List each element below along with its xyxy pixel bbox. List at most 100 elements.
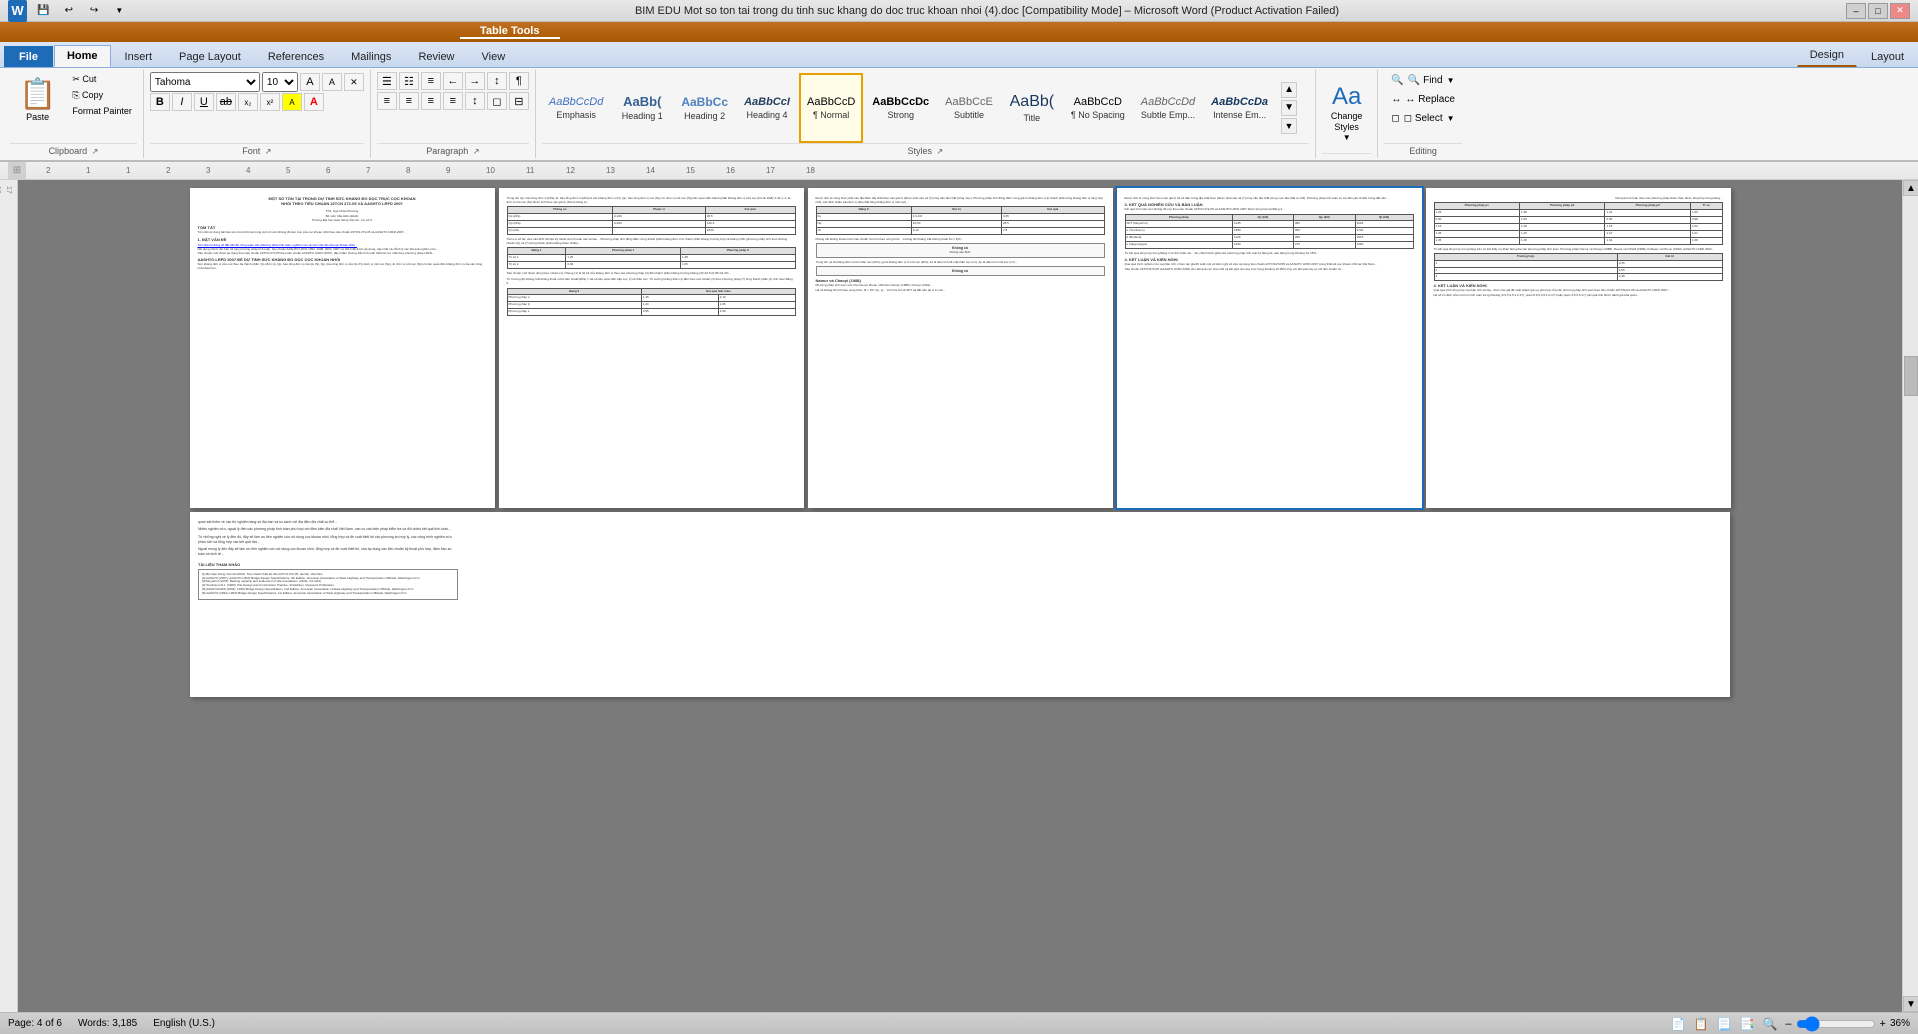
tab-page-layout[interactable]: Page Layout (166, 46, 254, 67)
quick-redo[interactable]: ↪ (85, 2, 102, 20)
view-normal-btn[interactable]: 📄 (1671, 1017, 1686, 1031)
shading-button[interactable]: ◻ (487, 92, 507, 110)
underline-button[interactable]: U (194, 93, 214, 111)
multilevel-button[interactable]: ≡ (421, 72, 441, 90)
select-button[interactable]: ◻ ◻ Select ▼ (1384, 110, 1461, 127)
document-page-bottom[interactable]: quan sát thêm về các thí nghiệm tầng số … (190, 512, 1730, 697)
bullets-button[interactable]: ☰ (377, 72, 397, 90)
zoom-in-button[interactable]: + (1880, 1018, 1886, 1030)
clipboard-launcher[interactable]: ↗ (92, 147, 99, 156)
restore-button[interactable]: □ (1868, 3, 1888, 19)
style-emphasis[interactable]: AaBbCcDd Emphasis (542, 73, 610, 143)
styles-launcher-btn[interactable]: ↗ (937, 147, 944, 156)
select-dropdown[interactable]: ▼ (1447, 114, 1455, 123)
zoom-control: – + 36% (1785, 1018, 1910, 1030)
cut-button[interactable]: ✂ Cut (67, 72, 137, 87)
copy-button[interactable]: ⎘ Copy (67, 88, 137, 103)
tab-review[interactable]: Review (405, 46, 467, 67)
left-sidebar: 123 456 789 101112 131415 161718 192021 … (0, 180, 18, 1012)
text-highlight-button[interactable]: A (282, 93, 302, 111)
strikethrough-button[interactable]: ab (216, 93, 236, 111)
line-spacing-button[interactable]: ↕ (465, 92, 485, 110)
tab-insert[interactable]: Insert (112, 46, 166, 67)
font-shrink-button[interactable]: A (322, 73, 342, 91)
style-normal[interactable]: AaBbCcD ¶ Normal (799, 73, 863, 143)
align-left-button[interactable]: ≡ (377, 92, 397, 110)
view-outline-btn[interactable]: 📑 (1740, 1017, 1755, 1031)
borders-button[interactable]: ⊟ (509, 92, 529, 110)
zoom-out-button[interactable]: – (1785, 1018, 1791, 1030)
close-button[interactable]: ✕ (1890, 3, 1910, 19)
font-grow-button[interactable]: A (300, 73, 320, 91)
style-no-spacing[interactable]: AaBbCcD ¶ No Spacing (1064, 73, 1132, 143)
table-tools-tab[interactable]: Table Tools (460, 25, 560, 39)
find-dropdown[interactable]: ▼ (1447, 76, 1455, 85)
replace-button[interactable]: ↔ ↔ Replace (1384, 91, 1461, 108)
view-fullscreen-btn[interactable]: 📋 (1694, 1017, 1709, 1031)
styles-dropdown[interactable]: ▼ (1281, 118, 1297, 134)
document-page-3[interactable]: Được tính từ công thức phải vào địa điểm… (808, 188, 1113, 508)
document-page-4[interactable]: Được tính từ công thức theo các giá trị … (1117, 188, 1422, 508)
tab-home[interactable]: Home (54, 45, 111, 67)
view-draft-btn[interactable]: 🔍 (1762, 1017, 1777, 1031)
justify-button[interactable]: ≡ (443, 92, 463, 110)
change-styles-button[interactable]: Aa ChangeStyles ▼ (1322, 78, 1372, 148)
text-color-button[interactable]: A (304, 93, 324, 111)
style-title[interactable]: AaBb( Title (1002, 73, 1062, 143)
document-page-2[interactable]: Trong đó: Qs, bao tổng đơn vị (kPa), Đ, … (499, 188, 804, 508)
ruler: ⊞ 2 1 1 2 3 4 5 6 7 8 9 10 11 12 13 14 1… (0, 162, 1918, 180)
style-strong-preview: AaBbCcDc (872, 96, 929, 108)
style-heading4[interactable]: AaBbCcI Heading 4 (737, 73, 797, 143)
tab-view[interactable]: View (469, 46, 519, 67)
document-page-1[interactable]: MỘT SỐ TỒN TẠI TRONG DỰ TINH SỨC KHÁNG Đ… (190, 188, 495, 508)
find-icon: 🔍 (1391, 75, 1403, 86)
minimize-button[interactable]: – (1846, 3, 1866, 19)
page-area[interactable]: MỘT SỐ TỒN TẠI TRONG DỰ TINH SỨC KHÁNG Đ… (18, 180, 1902, 1012)
style-subtitle[interactable]: AaBbCcE Subtitle (938, 73, 1000, 143)
sort-button[interactable]: ↕ (487, 72, 507, 90)
style-intense-emp[interactable]: AaBbCcDa Intense Em... (1204, 73, 1275, 143)
style-strong[interactable]: AaBbCcDc Strong (865, 73, 936, 143)
ruler-left-control[interactable]: ⊞ (8, 162, 26, 179)
bold-button[interactable]: B (150, 93, 170, 111)
font-launcher[interactable]: ↗ (265, 147, 272, 156)
style-heading2[interactable]: AaBbCc Heading 2 (674, 73, 735, 143)
scroll-up-button[interactable]: ▲ (1903, 180, 1918, 196)
tab-file[interactable]: File (4, 46, 53, 67)
document-page-5[interactable]: Kết quả tính toán theo các phương pháp k… (1426, 188, 1731, 508)
superscript-button[interactable]: x² (260, 93, 280, 111)
font-clear-button[interactable]: ✕ (344, 73, 364, 91)
style-subtitle-label: Subtitle (954, 110, 984, 120)
font-name-select[interactable]: Tahoma (150, 72, 260, 92)
align-right-button[interactable]: ≡ (421, 92, 441, 110)
styles-scroll-down[interactable]: ▼ (1281, 100, 1297, 116)
tab-design[interactable]: Design (1797, 44, 1857, 67)
view-web-btn[interactable]: 📃 (1717, 1017, 1732, 1031)
styles-scroll-up[interactable]: ▲ (1281, 82, 1297, 98)
style-subtle-emp[interactable]: AaBbCcDd Subtle Emp... (1134, 73, 1202, 143)
quick-dropdown[interactable]: ▼ (111, 2, 128, 20)
scroll-down-button[interactable]: ▼ (1903, 996, 1918, 1012)
scroll-thumb[interactable] (1904, 356, 1918, 396)
page-content-5: Kết quả tính toán theo các phương pháp k… (1426, 188, 1731, 508)
quick-save[interactable]: 💾 (35, 2, 52, 20)
find-button[interactable]: 🔍 🔍 Find ▼ (1384, 72, 1461, 89)
decrease-indent-button[interactable]: ← (443, 72, 463, 90)
quick-undo[interactable]: ↩ (60, 2, 77, 20)
show-hide-button[interactable]: ¶ (509, 72, 529, 90)
tab-layout[interactable]: Layout (1858, 46, 1917, 67)
increase-indent-button[interactable]: → (465, 72, 485, 90)
align-center-button[interactable]: ≡ (399, 92, 419, 110)
style-strong-label: Strong (887, 110, 914, 120)
tab-references[interactable]: References (255, 46, 337, 67)
italic-button[interactable]: I (172, 93, 192, 111)
paste-button[interactable]: 📋 Paste (10, 72, 65, 127)
font-size-select[interactable]: 10 (262, 72, 298, 92)
numbered-button[interactable]: ☷ (399, 72, 419, 90)
paragraph-launcher[interactable]: ↗ (473, 147, 480, 156)
style-heading1[interactable]: AaBb( Heading 1 (612, 73, 672, 143)
format-painter-button[interactable]: Format Painter (67, 104, 137, 118)
zoom-slider[interactable] (1796, 1019, 1876, 1029)
tab-mailings[interactable]: Mailings (338, 46, 404, 67)
subscript-button[interactable]: x₂ (238, 93, 258, 111)
